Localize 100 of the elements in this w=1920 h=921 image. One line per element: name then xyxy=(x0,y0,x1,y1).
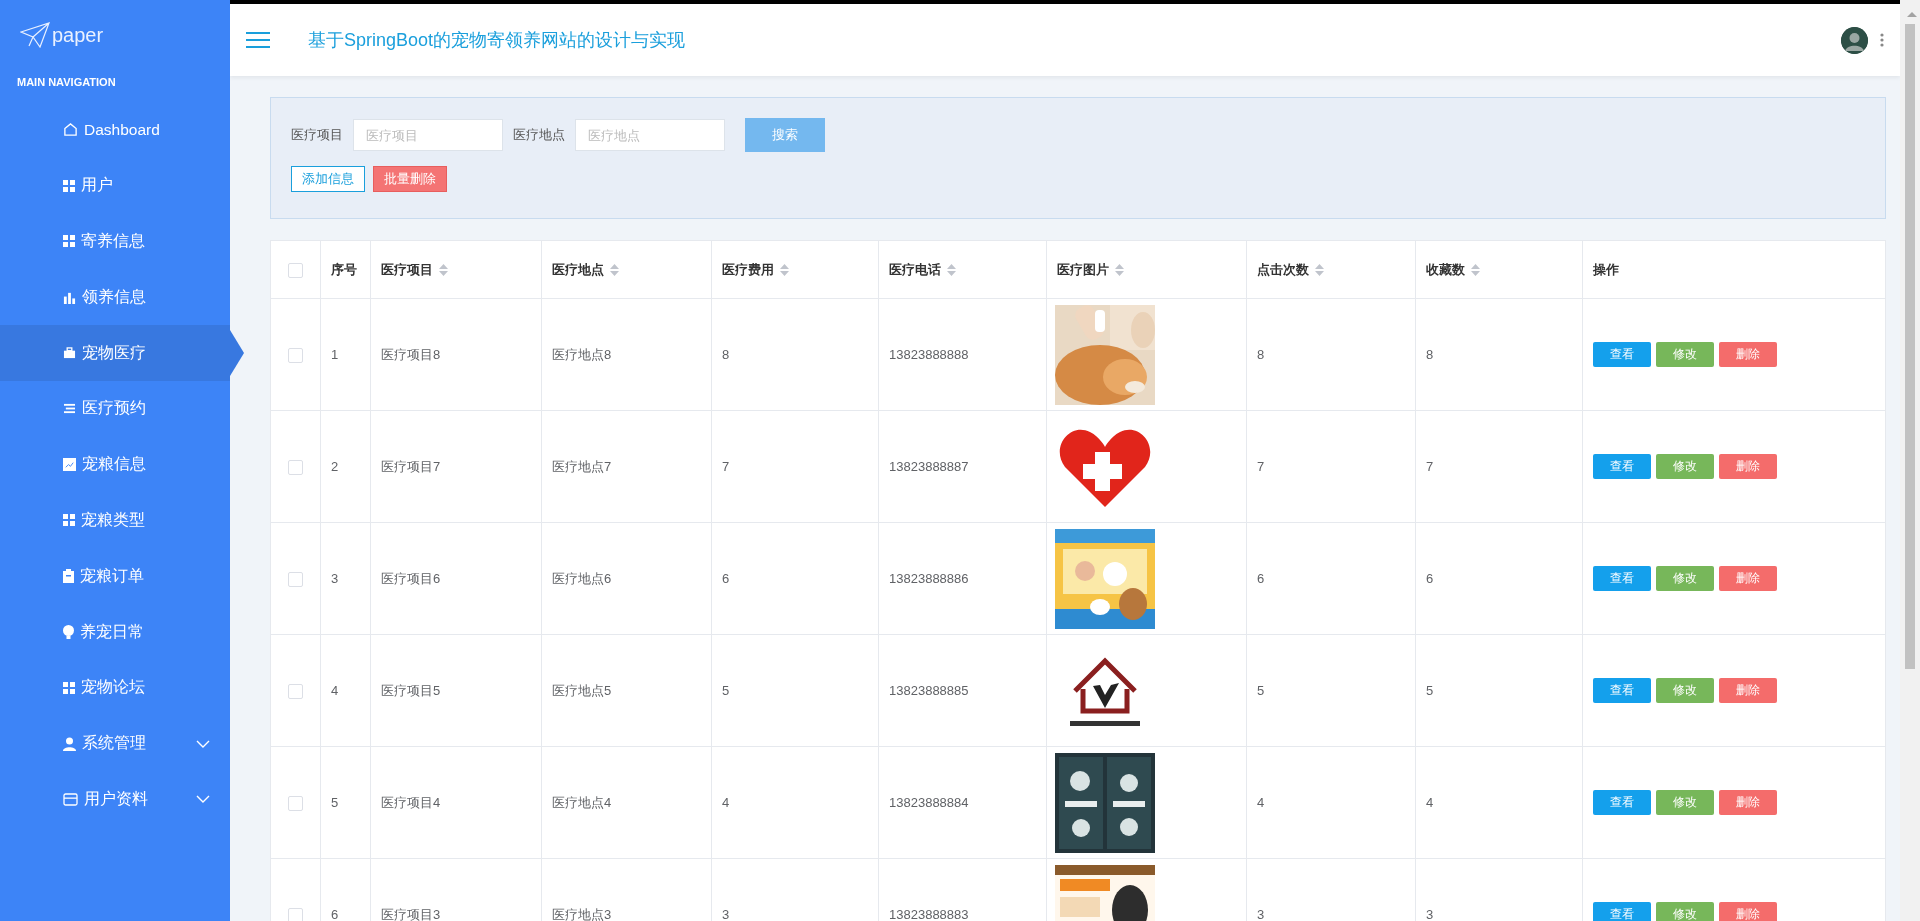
edit-button[interactable]: 修改 xyxy=(1656,790,1714,815)
add-button[interactable]: 添加信息 xyxy=(291,166,365,192)
sidebar-item[interactable]: 领养信息 xyxy=(0,269,230,326)
table-cell: 13823888886 xyxy=(889,571,969,586)
grid-icon xyxy=(63,514,75,527)
more-icon[interactable] xyxy=(1880,33,1884,47)
input-field[interactable]: 医疗地点 xyxy=(575,119,725,151)
sidebar-item[interactable]: 宠粮订单 xyxy=(0,548,230,605)
checkbox[interactable] xyxy=(288,907,303,921)
view-button[interactable]: 查看 xyxy=(1593,902,1651,921)
table-cell: 8 xyxy=(1257,347,1265,362)
table-cell: 6 xyxy=(1257,571,1265,586)
column-header: 医疗图片 xyxy=(1057,260,1109,279)
sidebar-item[interactable]: 医疗预约 xyxy=(0,381,230,437)
edit-button[interactable]: 修改 xyxy=(1656,902,1714,921)
view-button[interactable]: 查看 xyxy=(1593,790,1651,815)
sort-icon[interactable] xyxy=(1471,263,1480,276)
sidebar-item[interactable]: Dashboard xyxy=(0,102,230,158)
column-header: 医疗地点 xyxy=(552,260,604,279)
delete-button[interactable]: 删除 xyxy=(1719,678,1777,703)
field-label: 医疗地点 xyxy=(513,126,565,144)
home-icon xyxy=(63,122,78,138)
sort-icon[interactable] xyxy=(1315,263,1324,276)
sidebar-item[interactable]: 宠粮类型 xyxy=(0,492,230,549)
grid-icon xyxy=(63,235,75,248)
table-cell: 13823888887 xyxy=(889,459,969,474)
batch-delete-button[interactable]: 批量删除 xyxy=(373,166,447,192)
sort-icon[interactable] xyxy=(610,263,619,276)
checkbox[interactable] xyxy=(288,795,303,811)
sidebar-item[interactable]: 系统管理 xyxy=(0,715,230,772)
delete-button[interactable]: 删除 xyxy=(1719,902,1777,921)
sort-icon[interactable] xyxy=(780,263,789,276)
view-button[interactable]: 查看 xyxy=(1593,454,1651,479)
table-cell: 4 xyxy=(722,795,730,810)
table-cell: 医疗项目5 xyxy=(381,682,441,698)
briefcase-icon xyxy=(63,347,76,360)
table-cell: 4 xyxy=(1426,795,1434,810)
table-cell: 5 xyxy=(331,795,339,810)
table-cell: 医疗地点6 xyxy=(552,570,612,586)
column-header: 医疗费用 xyxy=(722,260,774,279)
card-icon xyxy=(63,792,78,806)
menu-icon[interactable] xyxy=(246,31,270,49)
table-cell: 3 xyxy=(1257,907,1265,921)
chevron-down-icon xyxy=(196,795,210,804)
table-cell: 6 xyxy=(1426,571,1434,586)
table-cell: 医疗项目8 xyxy=(381,346,441,362)
table-cell: 医疗项目7 xyxy=(381,458,441,474)
table-cell: 1 xyxy=(331,347,339,362)
bulb-icon xyxy=(63,625,74,640)
sidebar-item[interactable]: 养宠日常 xyxy=(0,604,230,660)
delete-button[interactable]: 删除 xyxy=(1719,342,1777,367)
table-cell: 13823888883 xyxy=(889,907,969,921)
table-cell: 3 xyxy=(722,907,730,921)
edit-button[interactable]: 修改 xyxy=(1656,342,1714,367)
table-cell: 13823888884 xyxy=(889,795,969,810)
column-header: 医疗电话 xyxy=(889,260,941,279)
search-button[interactable]: 搜索 xyxy=(745,118,825,152)
checkbox[interactable] xyxy=(288,459,303,475)
table-cell: 13823888885 xyxy=(889,683,969,698)
edit-button[interactable]: 修改 xyxy=(1656,678,1714,703)
table-cell: 医疗地点4 xyxy=(552,794,612,810)
sidebar-item[interactable]: 宠粮信息 xyxy=(0,436,230,493)
sidebar-item[interactable]: 用户 xyxy=(0,157,230,214)
user-icon xyxy=(63,736,76,751)
table-cell: 5 xyxy=(1426,683,1434,698)
checkbox[interactable] xyxy=(288,347,303,363)
delete-button[interactable]: 删除 xyxy=(1719,454,1777,479)
checkbox[interactable] xyxy=(288,683,303,699)
chevron-down-icon xyxy=(196,739,210,748)
site-title: 基于SpringBoot的宠物寄领养网站的设计与实现 xyxy=(308,29,686,52)
delete-button[interactable]: 删除 xyxy=(1719,790,1777,815)
sidebar-item[interactable]: 用户资料 xyxy=(0,771,230,828)
view-button[interactable]: 查看 xyxy=(1593,566,1651,591)
delete-button[interactable]: 删除 xyxy=(1719,566,1777,591)
table-cell: 医疗项目3 xyxy=(381,906,441,921)
sort-icon[interactable] xyxy=(1115,263,1124,276)
sort-icon[interactable] xyxy=(947,263,956,276)
input-field[interactable]: 医疗项目 xyxy=(353,119,503,151)
table-cell: 医疗地点3 xyxy=(552,906,612,921)
table-cell: 医疗项目6 xyxy=(381,570,441,586)
checkbox[interactable] xyxy=(288,262,303,278)
sort-icon[interactable] xyxy=(439,263,448,276)
table-cell: 7 xyxy=(1426,459,1434,474)
checkbox[interactable] xyxy=(288,571,303,587)
table-cell: 医疗地点8 xyxy=(552,346,612,362)
column-header: 医疗项目 xyxy=(381,260,433,279)
sidebar-item[interactable]: 宠物论坛 xyxy=(0,659,230,716)
grid-icon xyxy=(63,681,75,694)
edit-button[interactable]: 修改 xyxy=(1656,566,1714,591)
table-cell: 医疗地点7 xyxy=(552,458,612,474)
table-cell: 7 xyxy=(1257,459,1265,474)
field-label: 医疗项目 xyxy=(291,126,343,144)
edit-button[interactable]: 修改 xyxy=(1656,454,1714,479)
view-button[interactable]: 查看 xyxy=(1593,342,1651,367)
view-button[interactable]: 查看 xyxy=(1593,678,1651,703)
grid-icon xyxy=(63,179,75,192)
column-header: 序号 xyxy=(331,260,357,279)
sidebar-item[interactable]: 寄养信息 xyxy=(0,213,230,270)
table-cell: 6 xyxy=(331,907,339,921)
avatar[interactable] xyxy=(1841,26,1868,54)
